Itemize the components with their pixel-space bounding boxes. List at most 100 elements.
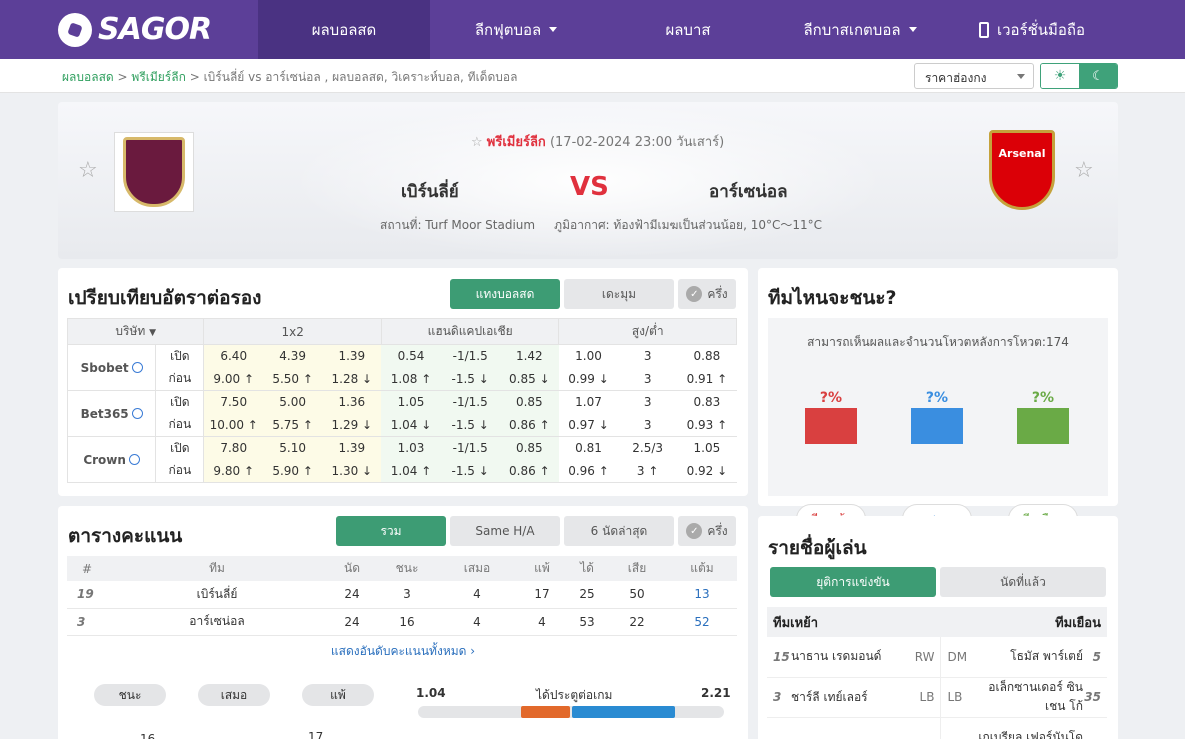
check-icon: ✓	[686, 523, 703, 539]
nav-football-leagues[interactable]: ลีกฟุตบอล	[430, 0, 602, 59]
prediction-card: ทีมไหนจะชนะ? สามารถเห็นผลและจำนวนโหวตหลั…	[758, 268, 1118, 534]
home-team-name[interactable]: เบิร์นลี่ย์	[401, 178, 459, 205]
odds-value: 0.86	[509, 463, 536, 478]
odds-value: 3	[643, 417, 652, 432]
theme-toggle[interactable]: ☀ ☾	[1040, 63, 1118, 89]
odds-value: -1/1.5	[452, 349, 488, 364]
odds-value: 0.92	[686, 463, 714, 478]
vote-percent: ?%	[925, 390, 949, 406]
standings-cell: 50	[607, 581, 667, 609]
show-all-standings-link[interactable]: แสดงอันดับคะแนนทั้งหมด ›	[58, 642, 748, 661]
goals-bar-away	[572, 706, 675, 718]
bookmaker-name: Crown	[83, 452, 126, 467]
half-toggle[interactable]: ✓ ครึ่ง	[678, 516, 736, 546]
odds-value: 1.28	[331, 371, 359, 386]
odds-cell: 0.88	[677, 345, 736, 368]
sun-icon[interactable]: ☀	[1041, 64, 1079, 88]
bookmaker-cell[interactable]: Bet365	[66, 390, 157, 437]
standings-col-header: แต้ม	[667, 556, 737, 581]
standings-table: # ทีม นัด ชนะ เสมอ แพ้ ได้ เสีย แต้ม 19 เบิร์นลี่…	[67, 556, 737, 636]
league-name[interactable]: พรีเมียร์ลีก	[487, 135, 546, 150]
lineup-cell[interactable]: อเล็กซานเดอร์ ซินเชน โก้	[972, 677, 1083, 718]
arrow-up-icon: ↑	[243, 417, 258, 432]
arrow-down-icon: ↓	[474, 417, 489, 432]
odds-value: 5.75	[272, 417, 300, 432]
vote-percent: ?%	[1031, 390, 1055, 406]
half-toggle[interactable]: ✓ ครึ่ง	[678, 279, 736, 309]
match-header: ☆ ☆ พรีเมียร์ลีก (17-02-2024 23:00 วันเส…	[58, 102, 1118, 259]
pill-win[interactable]: ชนะ	[94, 684, 166, 706]
away-team-name[interactable]: อาร์เซน่อล	[709, 178, 787, 205]
site-logo[interactable]: SAGOR	[58, 12, 212, 47]
bookmaker-cell[interactable]: Sbobet	[66, 344, 157, 391]
odds-format-select[interactable]: ราคาฮ่องกง	[914, 63, 1034, 89]
lineup-cell[interactable]: นาธาน เรดมอนด์	[790, 637, 915, 678]
pill-loss[interactable]: แพ้	[302, 684, 374, 706]
col-company[interactable]: บริษัท ▼	[66, 318, 205, 345]
col-1x2: 1x2	[203, 318, 382, 345]
odds-value: -1.5	[451, 463, 475, 478]
vote-bar	[1017, 408, 1069, 444]
goals-bar-home	[521, 706, 570, 718]
top-nav: SAGOR ผลบอลสด ลีกฟุตบอล ผลบาส ลีกบาสเกตบ…	[0, 0, 1185, 59]
odds-value: -1.5	[451, 371, 475, 386]
breadcrumb-league[interactable]: พรีเมียร์ลีก	[131, 70, 185, 84]
lineup-cell[interactable]: ชาร์ลี เทย์เลอร์	[790, 677, 915, 718]
arrow-down-icon: ↓	[713, 463, 728, 478]
tab-finished[interactable]: ยุติการแข่งขัน	[770, 567, 936, 597]
odds-cell: 0.54	[381, 344, 441, 368]
arrow-down-icon: ↓	[474, 463, 489, 478]
arrow-up-icon: ↑	[644, 463, 659, 478]
tab-last-6[interactable]: 6 นัดล่าสุด	[564, 516, 674, 546]
breadcrumb-sep: >	[117, 70, 128, 84]
odds-cell: 0.83	[677, 391, 736, 414]
lineup-row: 15 นาธาน เรดมอนด์ RW DM โธมัส พาร์เตย์ 5	[767, 637, 1107, 678]
lineup-cell[interactable]: โธมัส พาร์เตย์	[972, 637, 1083, 678]
chart-icon[interactable]	[131, 407, 143, 419]
lineup-row: เกเบรียล เฟอร์นันโด	[767, 717, 1107, 739]
vote-bar	[805, 408, 857, 444]
bottom-home-value: 16	[140, 732, 156, 739]
odds-cell: 1.04 ↑	[381, 459, 441, 483]
tab-live-betting[interactable]: แทงบอลสด	[450, 279, 560, 309]
star-icon[interactable]: ☆	[471, 135, 483, 150]
standings-cell: 24	[327, 608, 377, 636]
odds-cell: 5.90 ↑	[263, 459, 323, 483]
standings-row[interactable]: 19 เบิร์นลี่ย์ 24 3 4 17 25 50 13	[67, 581, 737, 609]
players-title: รายชื่อผู้เล่น	[768, 537, 867, 559]
chart-icon[interactable]	[131, 361, 143, 373]
tab-corners[interactable]: เดะมุม	[564, 279, 674, 309]
favorite-star-icon[interactable]: ☆	[78, 158, 98, 183]
odds-cell: 9.00 ↑	[203, 367, 264, 391]
pill-draw[interactable]: เสมอ	[198, 684, 270, 706]
nav-mobile-version[interactable]: เวอร์ชั่นมือถือ	[946, 0, 1118, 59]
favorite-star-icon[interactable]: ☆	[1074, 158, 1094, 183]
odds-cell: 10.00 ↑	[203, 413, 264, 437]
standings-cell: 52	[667, 608, 737, 636]
chart-icon[interactable]	[128, 453, 140, 465]
nav-live-scores[interactable]: ผลบอลสด	[258, 0, 430, 59]
tab-same-ha[interactable]: Same H/A	[450, 516, 560, 546]
away-team-crest: Arsenal	[988, 130, 1056, 214]
breadcrumb-home[interactable]: ผลบอลสด	[62, 70, 114, 84]
odds-cell: 1.39	[322, 436, 382, 460]
standings-cell: 25	[567, 581, 607, 609]
vs-label: VS	[570, 172, 609, 202]
lineup-table: ทีมเหย้า ทีมเยือน 15 นาธาน เรดมอนด์ RW DM โธ…	[767, 607, 1107, 739]
standings-cell: 13	[667, 581, 737, 609]
nav-basketball-leagues[interactable]: ลีกบาสเกตบอล	[774, 0, 946, 59]
odds-value: 5.00	[279, 395, 306, 410]
odds-cell: 1.08 ↑	[381, 367, 441, 391]
nav-basketball-results[interactable]: ผลบาส	[602, 0, 774, 59]
moon-icon[interactable]: ☾	[1079, 64, 1117, 88]
tab-overall[interactable]: รวม	[336, 516, 446, 546]
standings-row[interactable]: 3 อาร์เซน่อล 24 16 4 4 53 22 52	[67, 608, 737, 636]
lineup-cell[interactable]: เกเบรียล เฟอร์นันโด	[972, 717, 1083, 739]
lineup-cell: 15	[767, 637, 791, 678]
standings-col-header: เสีย	[607, 556, 667, 581]
home-team-header: ทีมเหย้า	[767, 607, 941, 637]
lineup-cell[interactable]	[790, 717, 915, 739]
tab-last-match[interactable]: นัดที่แล้ว	[940, 567, 1106, 597]
bookmaker-cell[interactable]: Crown	[66, 436, 157, 483]
odds-value: 1.42	[515, 349, 543, 364]
